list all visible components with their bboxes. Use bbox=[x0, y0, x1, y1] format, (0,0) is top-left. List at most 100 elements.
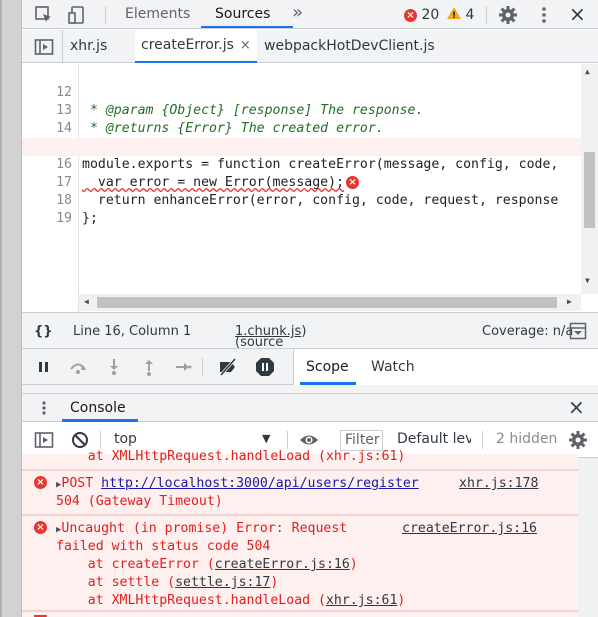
tab-console[interactable]: Console bbox=[70, 394, 126, 422]
editor-status-bar: {} Line 16, Column 1 (source mapped from… bbox=[22, 312, 598, 380]
live-expression-eye-icon[interactable] bbox=[299, 430, 319, 450]
code-line[interactable]: 12 * @param {Object} [response] The resp… bbox=[22, 66, 582, 118]
drawer-menu-icon[interactable] bbox=[36, 400, 52, 416]
step-over-icon[interactable] bbox=[68, 357, 88, 377]
code-line-error-highlight[interactable]: 16 var error = new Error(message); × bbox=[22, 138, 582, 190]
device-toolbar-icon[interactable] bbox=[67, 5, 87, 25]
line-number[interactable]: 19 bbox=[22, 210, 72, 228]
horizontal-scrollbar[interactable]: ◀ ▶ bbox=[79, 294, 581, 311]
console-settings-gear-icon[interactable] bbox=[568, 430, 588, 450]
stack-frame-prefix: at settle ( bbox=[56, 575, 176, 590]
scroll-up-arrow-icon[interactable]: ▲ bbox=[585, 67, 590, 76]
tab-scope[interactable]: Scope bbox=[306, 349, 349, 385]
error-icon: × bbox=[34, 476, 47, 489]
console-message-error[interactable]: × ▶POST http://localhost:3000/api/users/… bbox=[22, 470, 578, 515]
code-line[interactable]: 13 * @returns {Error} The created error. bbox=[22, 84, 582, 136]
toggle-debugger-sidebar-icon[interactable] bbox=[569, 322, 587, 340]
pause-icon[interactable] bbox=[34, 357, 54, 377]
drawer-gap bbox=[22, 385, 598, 393]
toggle-console-sidebar-icon[interactable] bbox=[34, 430, 54, 450]
stack-frame-suffix: ) bbox=[270, 575, 279, 590]
code-line[interactable]: 19 bbox=[22, 192, 582, 226]
code-line[interactable]: 14 */ bbox=[22, 102, 582, 154]
file-tab-webpackhotdevclient[interactable]: webpackHotDevClient.js bbox=[264, 30, 435, 63]
console-message[interactable]: at XMLHttpRequest.handleLoad (xhr.js:61) bbox=[22, 449, 578, 470]
stack-frame-prefix: at createError ( bbox=[56, 557, 215, 572]
file-tab-xhr[interactable]: xhr.js bbox=[70, 30, 107, 63]
cursor-position: Line 16, Column 1 bbox=[73, 324, 192, 339]
message-text: at XMLHttpRequest.handleLoad (xhr.js:61) bbox=[56, 449, 406, 464]
stack-frame-link[interactable]: xhr.js:61 bbox=[326, 593, 397, 608]
console-message[interactable] bbox=[22, 611, 578, 617]
vertical-scrollbar[interactable]: ▲ ▼ bbox=[581, 64, 598, 294]
code-line[interactable]: 18 }; bbox=[22, 174, 582, 226]
warning-icon bbox=[447, 7, 461, 24]
main-toolbar: Elements Sources » × 20 4 × bbox=[22, 0, 598, 29]
console-message-error[interactable]: × ▶Uncaught (in promise) Error: Request … bbox=[22, 515, 578, 611]
source-map-info: (source mapped from 1.chunk.js) bbox=[235, 324, 306, 380]
settings-gear-icon[interactable] bbox=[498, 5, 518, 25]
vertical-scroll-thumb[interactable] bbox=[584, 152, 595, 228]
toolbar-divider bbox=[202, 358, 203, 376]
left-edge-strip bbox=[0, 0, 22, 617]
log-levels-dropdown[interactable]: Default leve bbox=[397, 431, 471, 447]
request-method: POST bbox=[61, 476, 102, 491]
console-drawer-header: Console × bbox=[22, 393, 598, 422]
step-out-icon[interactable] bbox=[139, 357, 159, 377]
console-messages: at XMLHttpRequest.handleLoad (xhr.js:61)… bbox=[22, 449, 598, 617]
file-tab-createerror[interactable]: createError.js × bbox=[135, 30, 257, 63]
message-line: ▶POST http://localhost:3000/api/users/re… bbox=[56, 475, 419, 494]
code-line[interactable]: 17 return enhanceError(error, config, co… bbox=[22, 156, 582, 208]
scroll-left-arrow-icon[interactable]: ◀ bbox=[84, 297, 89, 306]
file-tabs-bar: xhr.js createError.js × webpackHotDevClie… bbox=[22, 30, 598, 63]
message-line: ▶Uncaught (in promise) Error: Request bbox=[56, 520, 347, 539]
scroll-right-arrow-icon[interactable]: ▶ bbox=[567, 297, 572, 306]
console-scrollbar[interactable] bbox=[578, 458, 598, 617]
clear-console-icon[interactable] bbox=[70, 430, 90, 450]
warning-count-badge[interactable]: 4 bbox=[447, 7, 474, 24]
stack-frame: at settle (settle.js:17) bbox=[56, 574, 279, 592]
coverage-info: Coverage: n/a bbox=[482, 324, 574, 339]
tabs-divider bbox=[62, 30, 63, 63]
error-icon: × bbox=[34, 521, 47, 534]
tab-elements[interactable]: Elements bbox=[125, 0, 190, 28]
stack-frame-link[interactable]: settle.js:17 bbox=[175, 575, 270, 590]
toolbar-divider bbox=[482, 431, 483, 449]
toggle-navigator-icon[interactable] bbox=[34, 37, 54, 57]
file-tab-label: createError.js bbox=[141, 37, 234, 53]
file-tab-label: xhr.js bbox=[70, 38, 108, 54]
inspect-element-icon[interactable] bbox=[34, 5, 54, 25]
horizontal-scroll-thumb[interactable] bbox=[97, 297, 557, 308]
pretty-print-icon[interactable]: {} bbox=[34, 324, 53, 339]
toolbar-divider bbox=[105, 6, 106, 24]
kebab-menu-icon[interactable] bbox=[534, 5, 554, 25]
source-link[interactable]: xhr.js:178 bbox=[459, 475, 538, 493]
code-line[interactable]: 15 module.exports = function createError… bbox=[22, 120, 582, 172]
close-tab-icon[interactable]: × bbox=[240, 38, 251, 53]
request-url-link[interactable]: http://localhost:3000/api/users/register bbox=[101, 476, 419, 491]
tab-sources[interactable]: Sources bbox=[215, 0, 270, 28]
file-tab-label: webpackHotDevClient.js bbox=[264, 38, 435, 54]
deactivate-breakpoints-icon[interactable] bbox=[218, 357, 238, 377]
close-drawer-button[interactable]: × bbox=[568, 394, 585, 420]
step-icon[interactable] bbox=[173, 357, 193, 377]
close-devtools-button[interactable]: × bbox=[569, 0, 586, 28]
stack-frame-prefix: at XMLHttpRequest.handleLoad ( bbox=[56, 593, 326, 608]
code-editor[interactable]: 12 * @param {Object} [response] The resp… bbox=[22, 64, 598, 314]
code-text: }; bbox=[82, 211, 98, 226]
error-count: 20 bbox=[421, 7, 440, 23]
stack-frame-link[interactable]: createError.js:16 bbox=[215, 557, 350, 572]
scope-watch-pane: Scope Watch bbox=[293, 349, 598, 385]
tab-watch[interactable]: Watch bbox=[371, 349, 415, 385]
debugger-toolbar: Scope Watch bbox=[22, 349, 598, 385]
context-dropdown-icon[interactable]: ▼ bbox=[262, 432, 270, 445]
toolbar-divider bbox=[287, 431, 288, 449]
scroll-down-arrow-icon[interactable]: ▼ bbox=[585, 276, 590, 285]
context-select[interactable]: top bbox=[114, 431, 137, 447]
error-icon: × bbox=[404, 9, 417, 22]
error-count-badge[interactable]: × 20 bbox=[404, 7, 439, 23]
step-into-icon[interactable] bbox=[104, 357, 124, 377]
more-tabs-button[interactable]: » bbox=[292, 0, 303, 28]
source-link[interactable]: createError.js:16 bbox=[402, 520, 537, 538]
pause-on-exceptions-icon[interactable] bbox=[255, 357, 275, 377]
